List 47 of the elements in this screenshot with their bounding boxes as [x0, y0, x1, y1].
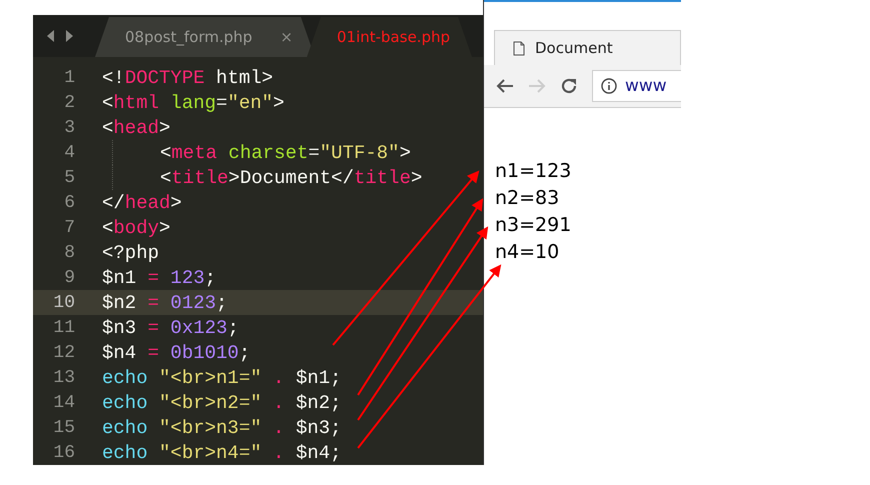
back-icon[interactable] — [496, 78, 514, 94]
line-number: 7 — [63, 218, 75, 238]
code-line: $n3 = 0x123; — [102, 316, 239, 340]
browser-tab[interactable]: Document — [494, 30, 681, 65]
info-icon — [601, 78, 617, 94]
code-line: <meta charset="UTF-8"> — [160, 140, 411, 165]
code-line: echo "<br>n1=" . $n1; — [102, 366, 342, 390]
line-number: 6 — [63, 192, 75, 212]
editor-tab[interactable]: 01int-base.php — [306, 17, 472, 57]
url-text: www — [625, 76, 667, 96]
document-icon — [513, 40, 525, 56]
line-number: 14 — [52, 392, 75, 412]
code-line: <head> — [102, 116, 170, 140]
line-number: 15 — [52, 418, 75, 438]
code-line: </head> — [102, 190, 182, 215]
line-number: 12 — [52, 342, 75, 362]
line-number: 10 — [52, 292, 75, 312]
tab-nav-icon[interactable] — [45, 29, 75, 43]
code-line: $n1 = 123; — [102, 266, 216, 290]
line-number: 1 — [63, 68, 75, 88]
output-line: n2=83 — [495, 186, 560, 211]
code-line: <body> — [102, 216, 170, 240]
output-line: n4=10 — [495, 240, 560, 265]
line-number: 3 — [63, 118, 75, 138]
line-number: 11 — [52, 318, 75, 338]
line-number: 2 — [63, 92, 75, 112]
address-bar[interactable]: www — [592, 70, 681, 102]
output-line: n3=291 — [495, 213, 572, 238]
line-number: 13 — [52, 368, 75, 388]
code-line: <!DOCTYPE html> — [102, 66, 274, 90]
code-line: <html lang="en"> — [102, 90, 284, 115]
close-icon[interactable]: × — [280, 28, 293, 46]
code-line: $n4 = 0b1010; — [102, 340, 250, 365]
code-line: echo "<br>n4=" . $n4; — [102, 440, 342, 465]
line-number: 5 — [63, 168, 75, 188]
line-number: 9 — [63, 268, 75, 288]
code-line: echo "<br>n3=" . $n3; — [102, 416, 342, 440]
line-number: 8 — [63, 242, 75, 262]
code-line: <?php — [102, 240, 160, 265]
output-line: n1=123 — [495, 159, 572, 184]
line-number: 4 — [63, 142, 75, 162]
reload-icon[interactable] — [560, 77, 578, 95]
code-line: <title>Document</title> — [160, 166, 422, 190]
code-line: $n2 = 0123; — [102, 290, 228, 315]
code-line: echo "<br>n2=" . $n2; — [102, 390, 342, 415]
line-number: 16 — [52, 442, 75, 462]
tab-title: Document — [535, 39, 613, 57]
